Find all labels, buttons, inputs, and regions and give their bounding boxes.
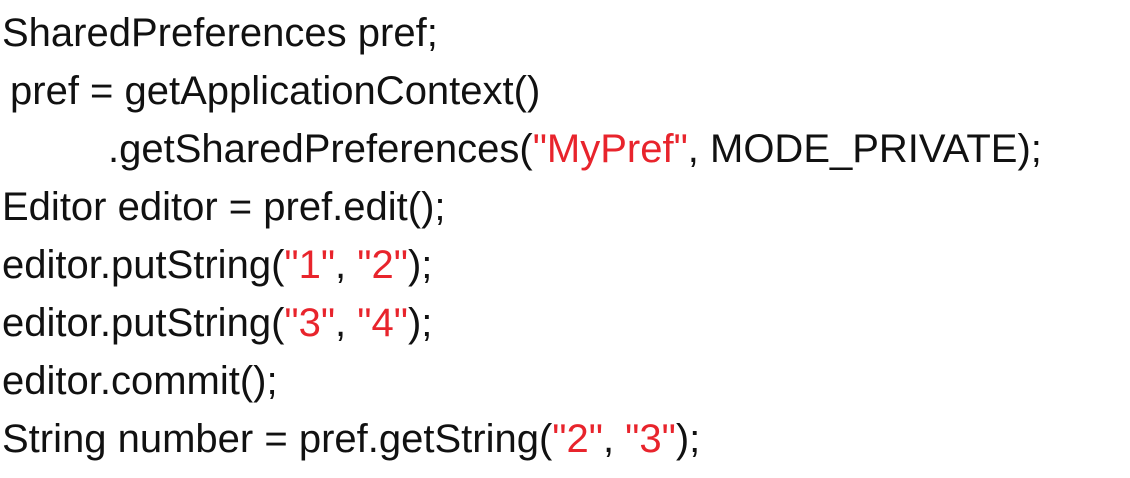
code-line-8: String number = pref.getString("2", "3")… (0, 410, 700, 468)
code-text: pref = getApplicationContext() (10, 69, 541, 113)
code-text: ); (407, 243, 433, 287)
string-literal: "MyPref" (532, 127, 688, 171)
code-text: editor.putString( (2, 301, 285, 345)
code-text: Editor editor = pref.edit(); (2, 185, 446, 229)
code-line-1: SharedPreferences pref; (0, 4, 438, 62)
code-line-3: .getSharedPreferences("MyPref", MODE_PRI… (0, 120, 1042, 178)
code-text: , MODE_PRIVATE); (687, 127, 1042, 171)
code-line-7: editor.commit(); (0, 352, 278, 410)
code-text: .getSharedPreferences( (108, 127, 533, 171)
string-literal: "2" (552, 417, 603, 461)
code-text: ); (407, 301, 433, 345)
code-line-5: editor.putString("1", "2"); (0, 236, 432, 294)
code-text: editor.commit(); (2, 359, 278, 403)
string-literal: "3" (284, 301, 336, 345)
code-line-2: pref = getApplicationContext() (0, 62, 540, 120)
code-text: String number = pref.getString( (2, 417, 553, 461)
string-literal: "1" (284, 243, 336, 287)
code-line-4: Editor editor = pref.edit(); (0, 178, 446, 236)
code-text: , (335, 301, 358, 345)
string-literal: "4" (357, 301, 408, 345)
code-text: , (335, 243, 358, 287)
code-text: ); (675, 417, 701, 461)
code-text: , (602, 417, 626, 461)
string-literal: "3" (625, 417, 676, 461)
string-literal: "2" (357, 243, 408, 287)
code-line-6: editor.putString("3", "4"); (0, 294, 432, 352)
code-snippet: SharedPreferences pref; pref = getApplic… (0, 0, 1130, 478)
code-text: editor.putString( (2, 243, 285, 287)
code-text: SharedPreferences pref; (2, 11, 438, 55)
